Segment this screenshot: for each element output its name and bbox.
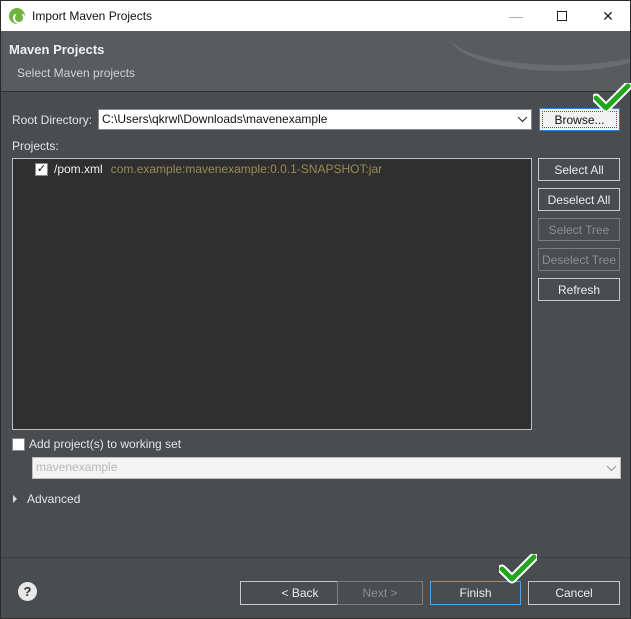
window-title: Import Maven Projects (32, 9, 153, 23)
green-checkmark-icon (593, 83, 631, 113)
advanced-label: Advanced (27, 492, 81, 506)
root-directory-label: Root Directory: (12, 113, 93, 127)
title-bar[interactable]: Import Maven Projects — ✕ (1, 1, 630, 31)
browse-button-label: Browse... (554, 112, 605, 127)
page-title: Maven Projects (9, 42, 105, 57)
cancel-button[interactable]: Cancel (528, 581, 620, 605)
chevron-down-icon[interactable] (603, 458, 620, 478)
deselect-all-button[interactable]: Deselect All (538, 188, 620, 211)
chevron-down-icon[interactable] (514, 110, 531, 129)
project-name: /pom.xml (54, 162, 103, 176)
advanced-section-toggle[interactable]: Advanced (13, 492, 80, 506)
deselect-tree-button[interactable]: Deselect Tree (538, 248, 620, 271)
close-button[interactable]: ✕ (585, 1, 631, 31)
select-all-label: Select All (554, 162, 604, 177)
expand-triangle-icon (13, 495, 17, 503)
header-banner-graphic (450, 31, 630, 71)
working-set-combo[interactable]: mavenexample (32, 457, 621, 479)
header-divider (1, 91, 630, 92)
working-set-value: mavenexample (36, 460, 118, 474)
wizard-header: Maven Projects Select Maven projects (1, 31, 630, 91)
working-set-checkbox-row[interactable]: Add project(s) to working set (12, 437, 181, 451)
cancel-label: Cancel (555, 586, 593, 600)
back-label: < Back (281, 586, 319, 600)
projects-tree[interactable]: ✓ /pom.xml com.example:mavenexample:0.0.… (12, 158, 532, 430)
root-directory-combo[interactable]: C:\Users\qkrwl\Downloads\mavenexample (98, 109, 532, 130)
tree-item[interactable]: ✓ /pom.xml com.example:mavenexample:0.0.… (35, 162, 382, 176)
project-coordinates: com.example:mavenexample:0.0.1-SNAPSHOT:… (110, 162, 383, 176)
finish-label: Finish (459, 586, 492, 600)
select-tree-label: Select Tree (548, 222, 610, 237)
minimize-button[interactable]: — (493, 1, 539, 31)
working-set-label: Add project(s) to working set (29, 437, 182, 451)
project-checkbox[interactable]: ✓ (35, 162, 48, 176)
next-button[interactable]: Next > (337, 581, 423, 605)
projects-label: Projects: (12, 139, 59, 153)
maximize-icon (557, 11, 567, 21)
help-icon[interactable]: ? (18, 582, 37, 601)
import-maven-projects-dialog: Import Maven Projects — ✕ Maven Projects… (0, 0, 631, 619)
green-checkmark-icon (499, 554, 537, 584)
root-directory-value: C:\Users\qkrwl\Downloads\mavenexample (102, 112, 328, 126)
select-all-button[interactable]: Select All (538, 158, 620, 181)
working-set-checkbox[interactable] (12, 437, 25, 451)
maximize-button[interactable] (539, 1, 585, 31)
page-subtitle: Select Maven projects (17, 66, 136, 80)
next-label: Next > (362, 586, 398, 600)
refresh-button[interactable]: Refresh (538, 278, 620, 301)
refresh-label: Refresh (557, 282, 601, 297)
deselect-tree-label: Deselect Tree (541, 252, 617, 267)
select-tree-button[interactable]: Select Tree (538, 218, 620, 241)
deselect-all-label: Deselect All (547, 192, 611, 207)
finish-button[interactable]: Finish (430, 581, 521, 605)
spring-leaf-icon (9, 8, 25, 24)
